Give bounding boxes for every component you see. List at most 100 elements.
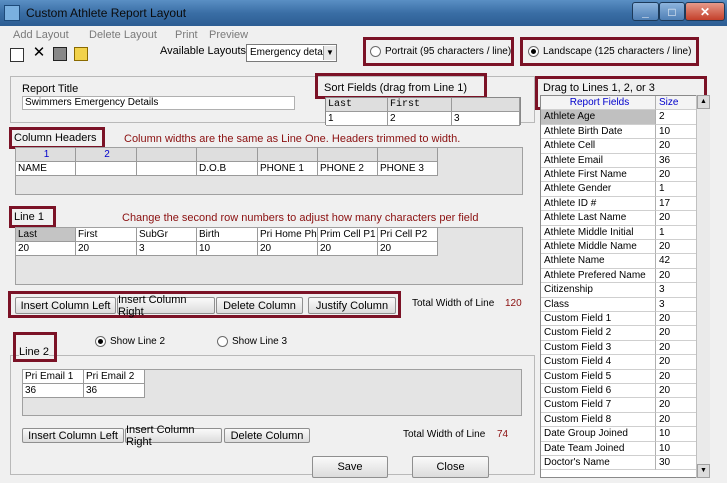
available-layouts-select[interactable]: Emergency deta ▼ [246,44,337,62]
line2-insert-column-left-button[interactable]: Insert Column Left [22,428,124,443]
show-line2-radio[interactable] [95,336,106,347]
line1-justify-column-button[interactable]: Justify Column [308,297,396,314]
delete-x-icon[interactable]: ✕ [32,45,46,60]
line1-width-7[interactable]: 20 [378,242,438,256]
portrait-radio[interactable] [370,46,381,57]
line1-field-7[interactable]: Pri Cell P2 [378,228,438,242]
report-field-row[interactable]: Doctor's Name 30 [541,456,696,471]
line1-field-6[interactable]: Prim Cell P1 [318,228,378,242]
show-line3-radio[interactable] [217,336,228,347]
report-field-size: 3 [656,298,696,312]
line1-field-4[interactable]: Birth [197,228,258,242]
print-icon[interactable] [53,47,67,61]
line1-field-3[interactable]: SubGr [137,228,197,242]
header-name-3[interactable] [137,162,197,176]
header-name-4[interactable]: D.O.B [197,162,258,176]
close-window-button[interactable]: ✕ [685,2,725,21]
menu-preview[interactable]: Preview [209,29,248,41]
report-field-row[interactable]: Athlete Prefered Name 20 [541,268,696,284]
line1-field-5[interactable]: Pri Home Pho [258,228,318,242]
report-field-row[interactable]: Custom Field 7 20 [541,398,696,413]
header-name-2[interactable] [76,162,137,176]
report-field-row[interactable]: Athlete Gender 1 [541,182,696,197]
close-button[interactable]: Close [412,456,489,478]
landscape-radio[interactable] [528,46,539,57]
report-fields-scrollbar[interactable]: ▲ ▼ [696,95,710,478]
report-field-row[interactable]: Athlete Name 42 [541,254,696,269]
report-field-row[interactable]: Athlete Birth Date 10 [541,124,696,140]
report-field-name: Custom Field 3 [541,340,656,356]
report-title-label: Report Title [22,83,79,95]
line1-width-1[interactable]: 20 [16,242,76,256]
report-field-row[interactable]: Citizenship 3 [541,283,696,298]
report-field-row[interactable]: Athlete Email 36 [541,153,696,168]
menu-add-layout[interactable]: Add Layout [13,29,69,41]
open-folder-icon[interactable] [74,47,88,61]
report-field-name: Athlete ID # [541,196,656,212]
line1-width-4[interactable]: 10 [197,242,258,256]
report-field-row[interactable]: Custom Field 4 20 [541,355,696,370]
report-field-name: Athlete Last Name [541,211,656,226]
drag-panel-label: Drag to Lines 1, 2, or 3 [543,82,655,94]
line2-width-2[interactable]: 36 [84,384,145,398]
report-field-name: Class [541,297,656,312]
report-field-row[interactable]: Athlete First Name 20 [541,168,696,183]
header-name-1[interactable]: NAME [16,162,76,176]
header-number-6 [318,148,378,162]
report-field-name: Athlete Prefered Name [541,268,656,284]
report-title-input[interactable]: Swimmers Emergency Details [22,96,295,110]
size-column-header: Size [656,96,696,111]
report-field-row[interactable]: Date Group Joined 10 [541,427,696,442]
report-field-row[interactable]: Date Team Joined 10 [541,441,696,456]
maximize-button[interactable]: □ [659,2,685,21]
report-field-row[interactable]: Custom Field 6 20 [541,384,696,399]
menu-delete-layout[interactable]: Delete Layout [89,29,157,41]
report-field-row[interactable]: Athlete Middle Name 20 [541,240,696,255]
report-field-name: Custom Field 8 [541,412,656,428]
report-field-name: Athlete Middle Initial [541,225,656,240]
report-field-row[interactable]: Custom Field 1 20 [541,312,696,327]
sort-field-1[interactable]: Last [326,98,388,112]
sort-field-3[interactable] [452,98,520,112]
minimize-button[interactable]: _ [632,2,659,21]
report-field-size: 30 [656,456,696,471]
line2-field-2[interactable]: Pri Email 2 [84,370,145,384]
scroll-up-icon[interactable]: ▲ [697,95,710,109]
report-field-row[interactable]: Athlete Cell 20 [541,139,696,154]
report-field-row[interactable]: Custom Field 3 20 [541,340,696,356]
report-field-row[interactable]: Athlete Age 2 [541,110,696,125]
line1-delete-column-button[interactable]: Delete Column [216,297,303,314]
menu-print[interactable]: Print [175,29,198,41]
report-field-row[interactable]: Athlete Last Name 20 [541,211,696,226]
line1-field-1[interactable]: Last [16,228,76,242]
line1-field-2[interactable]: First [76,228,137,242]
line2-field-1[interactable]: Pri Email 1 [23,370,84,384]
save-button[interactable]: Save [312,456,388,478]
line1-total-label: Total Width of Line [412,298,495,309]
new-document-icon[interactable] [10,48,24,62]
line1-width-5[interactable]: 20 [258,242,318,256]
report-field-row[interactable]: Athlete Middle Initial 1 [541,225,696,240]
header-name-6[interactable]: PHONE 2 [318,162,378,176]
line1-insert-column-right-button[interactable]: Insert Column Right [117,294,215,318]
header-name-5[interactable]: PHONE 1 [258,162,318,176]
line2-insert-column-right-button[interactable]: Insert Column Right [125,424,222,448]
report-field-row[interactable]: Custom Field 8 20 [541,412,696,428]
report-fields-column-header: Report Fields [541,96,656,111]
line2-delete-column-button[interactable]: Delete Column [224,428,310,443]
scroll-down-icon[interactable]: ▼ [697,464,710,478]
header-name-7[interactable]: PHONE 3 [378,162,438,176]
chevron-down-icon[interactable]: ▼ [323,46,336,60]
sort-field-2[interactable]: First [388,98,452,112]
report-field-row[interactable]: Class 3 [541,297,696,312]
maximize-icon: □ [668,4,676,19]
line1-width-3[interactable]: 3 [137,242,197,256]
line1-width-2[interactable]: 20 [76,242,137,256]
line1-insert-column-left-button[interactable]: Insert Column Left [15,297,116,314]
report-field-row[interactable]: Athlete ID #17 [541,196,696,212]
report-field-size: 20 [656,269,696,284]
report-field-row[interactable]: Custom Field 5 20 [541,369,696,384]
report-field-row[interactable]: Custom Field 2 20 [541,326,696,341]
line2-width-1[interactable]: 36 [23,384,84,398]
line1-width-6[interactable]: 20 [318,242,378,256]
